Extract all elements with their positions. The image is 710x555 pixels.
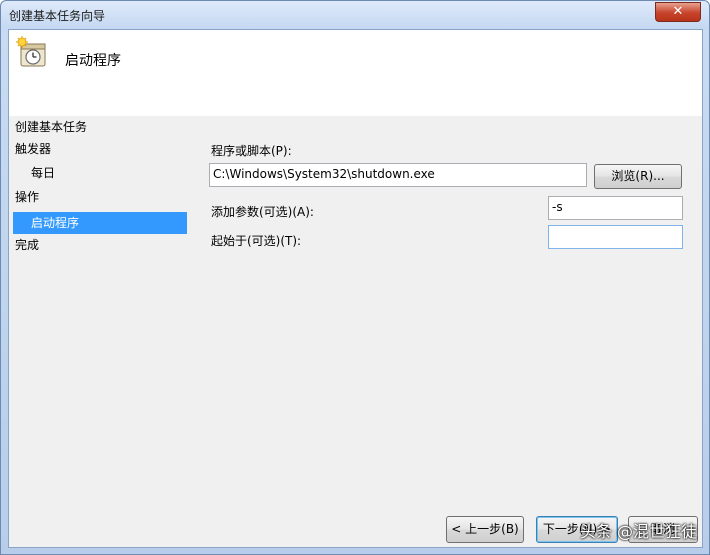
watermark-overlay: 头条 @混世狂徒 (579, 522, 697, 541)
back-button-label: < 上一步(B) (451, 522, 519, 536)
page-title: 启动程序 (65, 53, 121, 69)
step-label: 完成 (15, 238, 40, 252)
title-bar[interactable]: 创建基本任务向导 ✕ (1, 1, 709, 29)
program-script-label: 程序或脚本(P): (211, 144, 292, 158)
browse-button-label: 浏览(R)... (611, 169, 665, 183)
step-label: 启动程序 (31, 216, 80, 230)
task-clock-icon (16, 36, 46, 67)
arguments-label: 添加参数(可选)(A): (211, 205, 314, 219)
wizard-header: 启动程序 (9, 30, 702, 116)
step-trigger[interactable]: 触发器 (15, 138, 51, 160)
start-in-label: 起始于(可选)(T): (211, 234, 302, 248)
step-action[interactable]: 操作 (15, 186, 39, 208)
step-daily[interactable]: 每日 (31, 162, 55, 184)
wizard-window: 创建基本任务向导 ✕ 启动程序 创建基本任务 触发器 每日 操作 启动程序 完成… (0, 0, 710, 555)
arguments-input[interactable]: -s (548, 196, 683, 220)
step-label: 操作 (15, 190, 40, 204)
step-start-program[interactable]: 启动程序 (13, 212, 187, 234)
wizard-client-area: 启动程序 创建基本任务 触发器 每日 操作 启动程序 完成 程序或脚本(P): (8, 29, 703, 548)
window-title: 创建基本任务向导 (9, 9, 106, 23)
browse-button[interactable]: 浏览(R)... (594, 164, 682, 189)
step-label: 触发器 (15, 142, 52, 156)
program-script-input[interactable]: C:\Windows\System32\shutdown.exe (209, 163, 587, 187)
back-button[interactable]: < 上一步(B) (446, 516, 524, 543)
step-create-basic-task[interactable]: 创建基本任务 (15, 116, 87, 138)
arguments-value: -s (552, 200, 563, 214)
close-button[interactable]: ✕ (655, 2, 701, 22)
program-script-value: C:\Windows\System32\shutdown.exe (213, 167, 435, 181)
step-finish[interactable]: 完成 (15, 234, 39, 256)
step-label: 每日 (31, 166, 56, 180)
step-label: 创建基本任务 (15, 120, 88, 134)
close-icon: ✕ (672, 4, 684, 19)
start-in-input[interactable] (548, 225, 683, 249)
